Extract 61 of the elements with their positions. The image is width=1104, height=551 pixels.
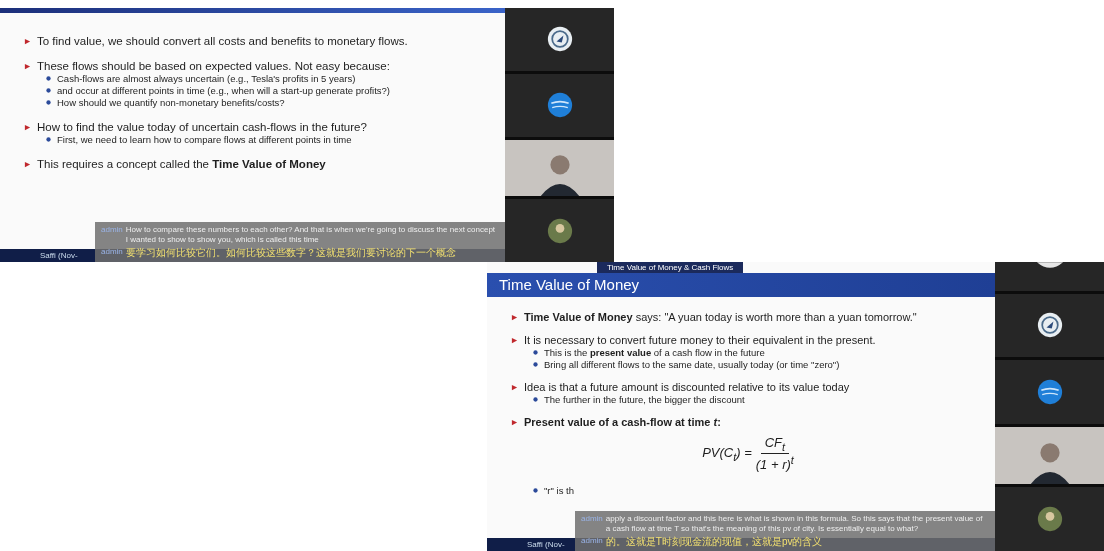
sub-bullet-text: The further in the future, the bigger the discount (544, 394, 745, 405)
bullet-arrow-icon (511, 313, 518, 321)
sub-bullet-text: "r" is th (544, 484, 574, 496)
participant-tile[interactable] (995, 293, 1104, 358)
formula: PV(C$_{t}$) = CF$_{t}$ (1 + r)$^{t}$ (701, 435, 795, 472)
bullet-dot-icon (46, 76, 51, 81)
bullet-text: These flows should be based on expected values. Not easy because: (37, 60, 390, 72)
footer-author: Saffi (Nov- (527, 540, 565, 549)
avatar-icon (1035, 262, 1064, 270)
bullet-dot-icon (46, 137, 51, 142)
subtitle-text: 的。这就是T时刻现金流的现值，这就是pv的含义 (605, 535, 823, 548)
bullet-arrow-icon (24, 123, 31, 131)
participant-tile[interactable] (505, 73, 614, 137)
participant-tile[interactable] (995, 262, 1104, 291)
bullet-text: Time Value of Money says: "A yuan today is worth more than a yuan tomorrow." (524, 311, 917, 323)
bullet-text: Present value of a cash-flow at time t: (524, 416, 721, 428)
subtitle-text: 要学习如何比较它们。如何比较这些数字？这就是我们要讨论的下一个概念 (125, 246, 456, 259)
sub-bullet-text: First, we need to learn how to compare flows at different points in time (57, 134, 352, 145)
participant-tile[interactable] (995, 487, 1104, 551)
bullet-arrow-icon (511, 336, 518, 344)
subtitle-speaker: admin (581, 513, 603, 523)
bullet-arrow-icon (511, 383, 518, 391)
bullet-arrow-icon (24, 160, 31, 168)
sub-bullet-text: Cash-flows are almost always uncertain (e.g., Tesla's profits in 5 years) (57, 73, 356, 84)
participant-tile[interactable] (995, 360, 1104, 424)
emblem-icon (1036, 312, 1063, 339)
bullet-dot-icon (533, 397, 538, 402)
bullet-text: This requires a concept called the Time Value of Money (37, 158, 326, 170)
avatar-icon (1036, 506, 1063, 533)
bullet-text: How to find the value today of uncertain cash-flows in the future? (37, 121, 367, 133)
bullet-arrow-icon (24, 62, 31, 70)
subtitle-speaker: admin (101, 246, 123, 256)
bullet-dot-icon (533, 350, 538, 355)
globe-avatar-icon (546, 92, 573, 119)
subtitle-speaker: admin (581, 535, 603, 545)
sub-bullet-text: and occur at different points in time (e.g., when will a start-up generate profits?) (57, 85, 391, 96)
emblem-icon (546, 26, 573, 53)
subtitle-text: apply a discount factor and this here is what is shown in this formula. So this says that the present value of a cash flow at time T so that's the meaning of this pv of city. Is essentially equal to what? (605, 513, 984, 534)
bullet-arrow-icon (24, 37, 31, 45)
sub-bullet-text: Bring all different flows to the same date, usually today (or time "zero") (544, 359, 840, 370)
participant-tile[interactable] (505, 8, 614, 71)
bullet-text: To find value, we should convert all costs and benefits to monetary flows. (37, 35, 408, 47)
bullet-text: It is necessary to convert future money to their equivalent in the present. (524, 334, 876, 346)
bullet-dot-icon (46, 88, 51, 93)
bullet-dot-icon (533, 487, 538, 493)
sub-bullet-text: This is the present value of a cash flow in the future (544, 347, 765, 358)
globe-avatar-icon (1036, 379, 1063, 406)
bullet-arrow-icon (511, 418, 518, 426)
avatar-icon (546, 217, 573, 244)
sub-bullet-text: How should we quantify non-monetary benefits/costs? (57, 97, 285, 108)
slide-title: Time Value of Money (499, 276, 640, 293)
subtitle-speaker: admin (101, 224, 123, 234)
footer-author: Saffi (Nov- (40, 251, 78, 260)
bullet-dot-icon (533, 362, 538, 367)
subtitle-text: How to compare these numbers to each other? And that is when we're going to discuss the next concept I wanted to show to show you, which is called this time (125, 224, 497, 245)
participant-tile[interactable] (505, 199, 614, 262)
bullet-dot-icon (46, 100, 51, 105)
bullet-text: Idea is that a future amount is discounted relative to its value today (524, 381, 850, 393)
video-tile[interactable] (995, 427, 1104, 485)
video-tile[interactable] (505, 139, 614, 197)
slide-section-label: Time Value of Money & Cash Flows (597, 262, 744, 273)
